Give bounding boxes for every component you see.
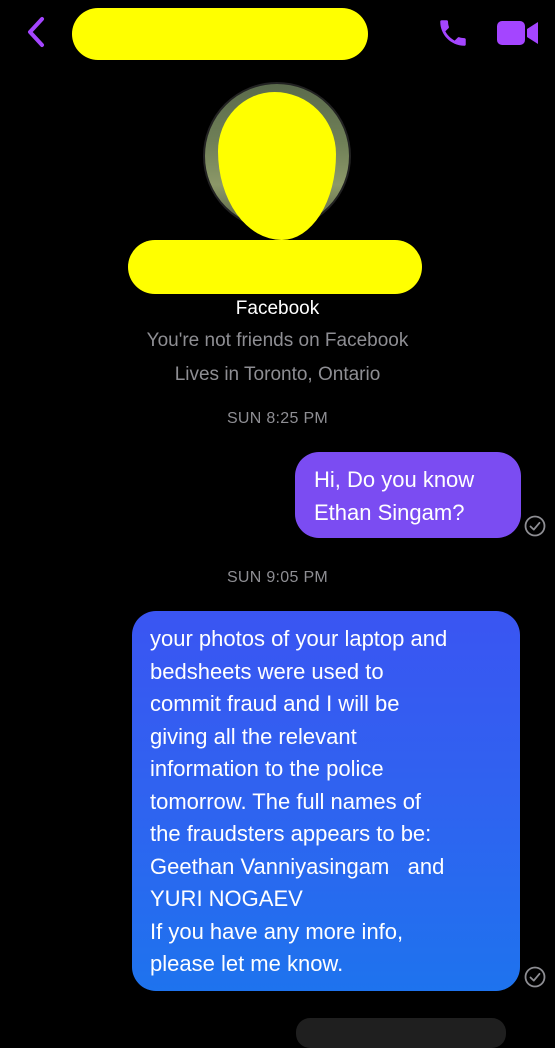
message-line: Ethan Singam? [314,499,465,525]
profile-name-redaction [128,240,422,294]
message-line: YURI NOGAEV [150,886,303,911]
message-line: the fraudsters appears to be: [150,821,432,846]
message-line: your photos of your laptop and [150,626,448,651]
message-line: commit fraud and I will be [150,691,400,716]
message-line: giving all the relevant [150,723,357,749]
message-line: tomorrow. The full names of [150,788,422,814]
friend-status: You're not friends on Facebook [146,330,409,351]
voice-call-button[interactable] [436,16,470,50]
message-timestamp: SUN 8:25 PM [226,410,329,427]
message-line: Hi, Do you know [314,467,475,492]
next-message-bubble[interactable] [296,1018,506,1048]
check-circle-icon [524,966,546,988]
check-circle-icon [524,515,546,537]
video-call-button[interactable] [496,18,540,48]
back-button[interactable] [22,14,52,50]
profile-platform: Facebook [235,298,320,319]
profile-location: Lives in Toronto, Ontario [174,364,381,385]
video-camera-icon [497,21,538,45]
message-timestamp: SUN 9:05 PM [226,569,329,586]
message-line: If you have any more info, [150,918,404,944]
message-line: information to the police [150,756,384,781]
phone-icon [440,20,466,46]
message-line: Geethan Vanniyasingam and [150,853,445,879]
sent-message-bubble[interactable]: Hi, Do you know Ethan Singam? [295,452,521,538]
chat-header [0,0,555,70]
message-line: please let me know. [150,951,344,976]
contact-name-redaction[interactable] [72,8,368,60]
message-line: bedsheets were used to [150,658,384,684]
chevron-left-icon [28,17,44,47]
sent-message-bubble[interactable]: your photos of your laptop and bedsheets… [132,611,520,991]
